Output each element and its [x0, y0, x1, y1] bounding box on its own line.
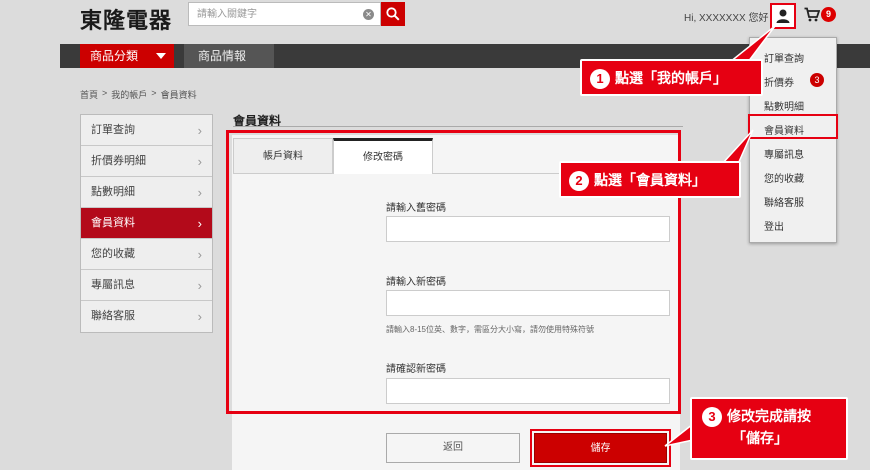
- sidebar-item-label: 會員資料: [91, 217, 135, 229]
- breadcrumb-my-account[interactable]: 我的帳戶: [111, 88, 147, 101]
- back-button[interactable]: 返回: [386, 433, 520, 463]
- breadcrumb-separator: >: [151, 88, 157, 98]
- clear-icon[interactable]: ✕: [363, 9, 374, 20]
- step-number: 3: [702, 407, 722, 428]
- sidebar-item-coupons[interactable]: 折價券明細 ›: [81, 146, 212, 177]
- caret-down-icon: [156, 53, 166, 59]
- sidebar-item-label: 點數明細: [91, 186, 135, 198]
- coupon-count-badge: 3: [810, 73, 824, 87]
- cart-icon[interactable]: [804, 7, 820, 22]
- chevron-right-icon: ›: [197, 278, 202, 293]
- search-bar: ✕: [188, 2, 405, 26]
- nav-product-info[interactable]: 商品情報: [184, 44, 274, 68]
- callout-text: 點選「會員資料」: [594, 172, 706, 188]
- step-number: 1: [590, 69, 610, 90]
- search-input[interactable]: [189, 3, 359, 25]
- breadcrumb: 首頁 > 我的帳戶 > 會員資料: [80, 88, 197, 101]
- dropdown-item-orders[interactable]: 訂單查詢: [764, 50, 804, 65]
- callout-step-3: 3 修改完成請按 「儲存」: [690, 397, 848, 460]
- callout-text: 點選「我的帳戶」: [615, 70, 727, 86]
- dropdown-item-logout[interactable]: 登出: [764, 218, 784, 233]
- nav-category-menu[interactable]: 商品分類: [80, 44, 174, 68]
- sidebar-item-support[interactable]: 聯絡客服 ›: [81, 301, 212, 332]
- callout-text-line2: 「儲存」: [732, 430, 788, 447]
- sidebar-item-label: 聯絡客服: [91, 310, 135, 322]
- dropdown-highlight-box: [748, 114, 838, 139]
- callout-step-1: 1 點選「我的帳戶」: [580, 59, 763, 96]
- sidebar-item-label: 專屬訊息: [91, 279, 135, 291]
- dropdown-item-messages[interactable]: 專屬訊息: [764, 146, 804, 161]
- dropdown-item-favorites[interactable]: 您的收藏: [764, 170, 804, 185]
- chevron-right-icon: ›: [197, 216, 202, 231]
- nav-category-label: 商品分類: [90, 49, 139, 63]
- breadcrumb-home[interactable]: 首頁: [80, 88, 98, 101]
- search-button[interactable]: [381, 2, 405, 26]
- callout-step-2: 2 點選「會員資料」: [559, 161, 741, 198]
- dropdown-item-points[interactable]: 點數明細: [764, 98, 804, 113]
- chevron-right-icon: ›: [197, 123, 202, 138]
- callout-text-line1: 修改完成請按: [727, 408, 811, 424]
- sidebar-item-points[interactable]: 點數明細 ›: [81, 177, 212, 208]
- account-sidebar: 訂單查詢 › 折價券明細 › 點數明細 › 會員資料 › 您的收藏 › 專屬訊息 › 聯絡客…: [80, 114, 213, 333]
- step-number: 2: [569, 171, 589, 192]
- sidebar-item-label: 折價券明細: [91, 155, 146, 167]
- sidebar-item-member-info[interactable]: 會員資料 ›: [81, 208, 212, 239]
- dropdown-item-coupons[interactable]: 折價券: [764, 74, 794, 89]
- search-box: ✕: [188, 2, 381, 26]
- sidebar-item-label: 訂單查詢: [91, 124, 135, 136]
- user-greeting: Hi, XXXXXXX 您好: [684, 13, 769, 24]
- chevron-right-icon: ›: [197, 247, 202, 262]
- sidebar-item-label: 您的收藏: [91, 248, 135, 260]
- user-icon: [776, 9, 790, 23]
- chevron-right-icon: ›: [197, 154, 202, 169]
- chevron-right-icon: ›: [197, 185, 202, 200]
- sidebar-item-orders[interactable]: 訂單查詢 ›: [81, 115, 212, 146]
- cart-count-badge: 9: [821, 7, 836, 22]
- dropdown-item-support[interactable]: 聯絡客服: [764, 194, 804, 209]
- chevron-right-icon: ›: [197, 309, 202, 324]
- header: 東隆電器 ✕ Hi, XXXXXXX 您好 9: [0, 0, 870, 40]
- breadcrumb-current: 會員資料: [160, 90, 197, 100]
- breadcrumb-separator: >: [102, 88, 108, 98]
- site-logo[interactable]: 東隆電器: [80, 3, 172, 35]
- save-highlight-box: [530, 429, 671, 467]
- sidebar-item-favorites[interactable]: 您的收藏 ›: [81, 239, 212, 270]
- title-divider: [233, 126, 683, 127]
- sidebar-item-messages[interactable]: 專屬訊息 ›: [81, 270, 212, 301]
- search-icon: [386, 7, 400, 21]
- my-account-button[interactable]: [770, 3, 796, 29]
